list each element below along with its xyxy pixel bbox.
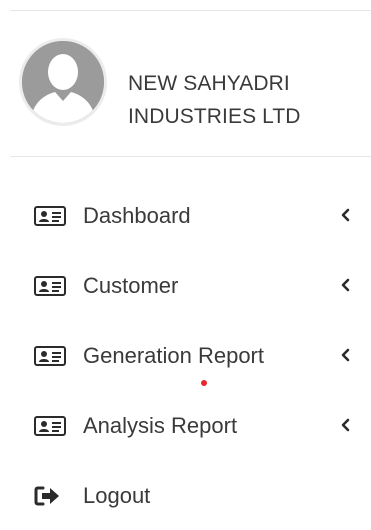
- company-name: NEW SAHYADRI INDUSTRIES LTD: [128, 67, 358, 133]
- indicator-dot: [201, 380, 207, 386]
- company-name-line2: INDUSTRIES LTD: [128, 105, 301, 128]
- chevron-left-icon[interactable]: [340, 278, 350, 292]
- user-silhouette-icon: [22, 41, 104, 123]
- sidebar-item-label: Dashboard: [83, 203, 191, 228]
- sidebar-item-label: Analysis Report: [83, 413, 238, 438]
- id-card-icon: [34, 346, 66, 366]
- id-card-icon: [34, 206, 66, 226]
- avatar[interactable]: [22, 41, 104, 123]
- company-name-line1: NEW SAHYADRI: [128, 72, 290, 95]
- sidebar-item-dashboard[interactable]: Dashboard: [0, 180, 371, 250]
- chevron-left-icon[interactable]: [340, 348, 350, 362]
- sidebar-item-customer[interactable]: Customer: [0, 250, 371, 320]
- sidebar-item-label: Generation Report: [83, 343, 264, 368]
- sidebar-item-label: Customer: [83, 273, 179, 298]
- sign-out-icon: [34, 486, 59, 506]
- id-card-icon: [34, 416, 66, 436]
- profile-divider: [10, 156, 371, 157]
- user-profile-panel: NEW SAHYADRI INDUSTRIES LTD: [0, 11, 371, 156]
- sidebar-nav: Dashboard Customer Generation Report Ana…: [0, 180, 371, 530]
- id-card-icon: [34, 276, 66, 296]
- sidebar-item-logout[interactable]: Logout: [0, 460, 371, 530]
- sidebar-item-analysis-report[interactable]: Analysis Report: [0, 390, 371, 460]
- chevron-left-icon[interactable]: [340, 418, 350, 432]
- sidebar-item-label: Logout: [83, 483, 151, 508]
- sidebar-item-generation-report[interactable]: Generation Report: [0, 320, 371, 390]
- chevron-left-icon[interactable]: [340, 208, 350, 222]
